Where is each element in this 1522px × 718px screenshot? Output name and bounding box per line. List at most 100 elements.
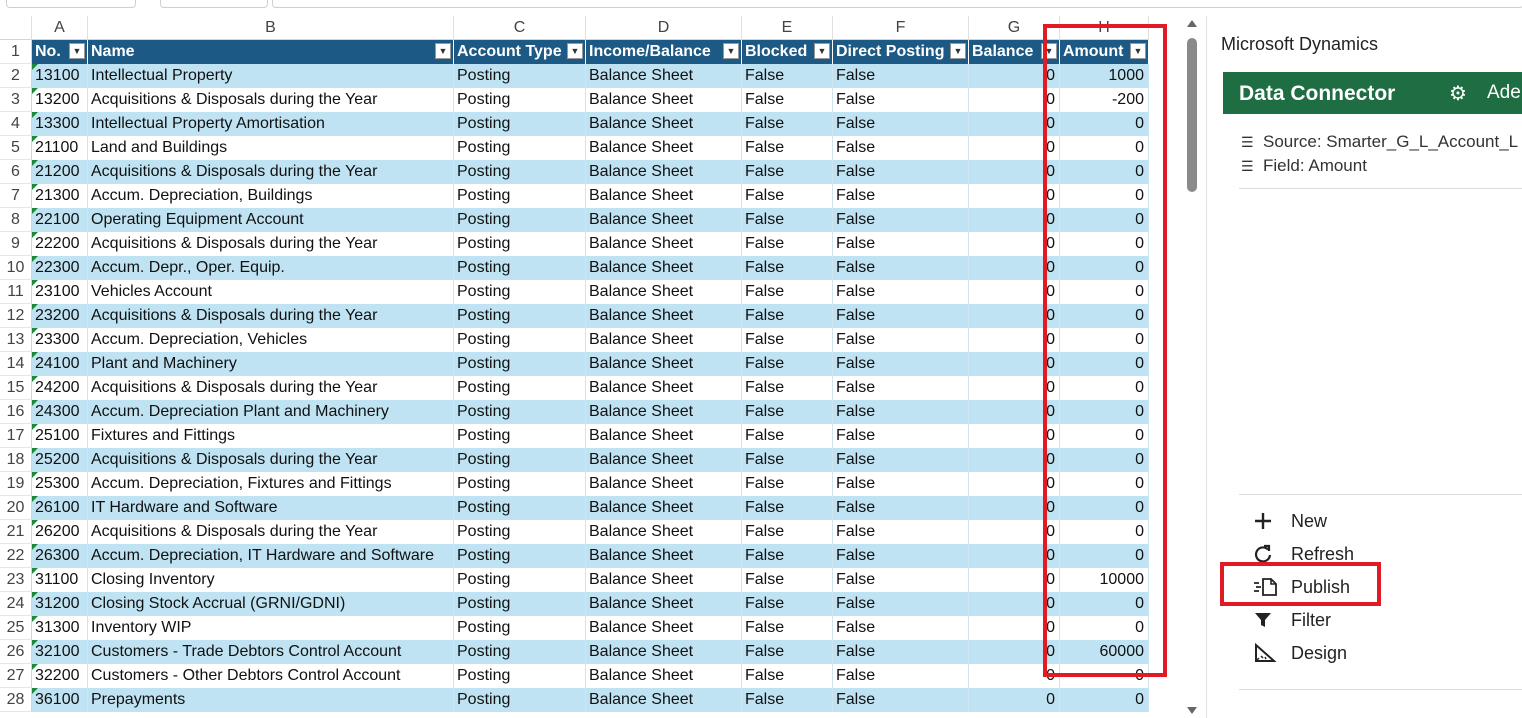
table-cell-direct[interactable]: False (833, 280, 969, 304)
table-cell-blocked[interactable]: False (742, 472, 833, 496)
table-cell-name[interactable]: Accum. Depreciation, Vehicles (88, 328, 454, 352)
table-cell-blocked[interactable]: False (742, 376, 833, 400)
table-cell-ib[interactable]: Balance Sheet (586, 544, 742, 568)
row-number[interactable]: 21 (0, 520, 32, 544)
table-cell-balance[interactable]: 0 (969, 448, 1060, 472)
table-cell-ib[interactable]: Balance Sheet (586, 472, 742, 496)
column-header-e[interactable]: E (742, 16, 833, 40)
table-cell-no[interactable]: 13200 (32, 88, 88, 112)
table-cell-no[interactable]: 25300 (32, 472, 88, 496)
table-cell-direct[interactable]: False (833, 448, 969, 472)
table-cell-ib[interactable]: Balance Sheet (586, 640, 742, 664)
table-cell-type[interactable]: Posting (454, 568, 586, 592)
table-cell-balance[interactable]: 0 (969, 160, 1060, 184)
table-cell-name[interactable]: Closing Inventory (88, 568, 454, 592)
table-cell-no[interactable]: 21300 (32, 184, 88, 208)
row-number[interactable]: 26 (0, 640, 32, 664)
table-cell-blocked[interactable]: False (742, 688, 833, 712)
table-cell-type[interactable]: Posting (454, 256, 586, 280)
table-cell-balance[interactable]: 0 (969, 520, 1060, 544)
table-cell-name[interactable]: Intellectual Property Amortisation (88, 112, 454, 136)
table-header-direct-posting[interactable]: Direct Posting ▼ (833, 40, 969, 64)
table-cell-direct[interactable]: False (833, 424, 969, 448)
table-cell-no[interactable]: 26300 (32, 544, 88, 568)
table-cell-ib[interactable]: Balance Sheet (586, 376, 742, 400)
table-cell-blocked[interactable]: False (742, 664, 833, 688)
table-cell-amount[interactable]: 0 (1060, 688, 1149, 712)
table-header-income-balance[interactable]: Income/Balance ▼ (586, 40, 742, 64)
table-cell-name[interactable]: Acquisitions & Disposals during the Year (88, 160, 454, 184)
table-cell-balance[interactable]: 0 (969, 616, 1060, 640)
table-cell-amount[interactable]: 0 (1060, 616, 1149, 640)
table-cell-name[interactable]: IT Hardware and Software (88, 496, 454, 520)
table-cell-ib[interactable]: Balance Sheet (586, 496, 742, 520)
table-cell-blocked[interactable]: False (742, 184, 833, 208)
table-cell-no[interactable]: 24100 (32, 352, 88, 376)
table-cell-balance[interactable]: 0 (969, 424, 1060, 448)
table-cell-direct[interactable]: False (833, 160, 969, 184)
filter-button[interactable]: Filter (1253, 605, 1331, 635)
table-cell-amount[interactable]: 0 (1060, 328, 1149, 352)
table-cell-name[interactable]: Acquisitions & Disposals during the Year (88, 520, 454, 544)
table-cell-direct[interactable]: False (833, 232, 969, 256)
row-number[interactable]: 10 (0, 256, 32, 280)
table-cell-blocked[interactable]: False (742, 640, 833, 664)
row-number[interactable]: 27 (0, 664, 32, 688)
name-box[interactable] (6, 0, 136, 8)
row-number[interactable]: 15 (0, 376, 32, 400)
row-number[interactable]: 8 (0, 208, 32, 232)
filter-dropdown-icon[interactable]: ▼ (1041, 43, 1057, 59)
table-cell-ib[interactable]: Balance Sheet (586, 64, 742, 88)
table-cell-name[interactable]: Prepayments (88, 688, 454, 712)
filter-dropdown-icon[interactable]: ▼ (69, 43, 85, 59)
table-cell-name[interactable]: Fixtures and Fittings (88, 424, 454, 448)
gear-icon[interactable]: ⚙ (1449, 81, 1467, 106)
table-cell-name[interactable]: Customers - Other Debtors Control Accoun… (88, 664, 454, 688)
table-cell-balance[interactable]: 0 (969, 688, 1060, 712)
table-cell-ib[interactable]: Balance Sheet (586, 280, 742, 304)
table-cell-name[interactable]: Accum. Depreciation, Fixtures and Fittin… (88, 472, 454, 496)
table-cell-direct[interactable]: False (833, 184, 969, 208)
table-cell-blocked[interactable]: False (742, 280, 833, 304)
table-cell-blocked[interactable]: False (742, 352, 833, 376)
table-cell-direct[interactable]: False (833, 352, 969, 376)
table-cell-type[interactable]: Posting (454, 64, 586, 88)
table-cell-type[interactable]: Posting (454, 424, 586, 448)
table-cell-blocked[interactable]: False (742, 256, 833, 280)
table-cell-blocked[interactable]: False (742, 568, 833, 592)
table-cell-amount[interactable]: 0 (1060, 520, 1149, 544)
table-cell-blocked[interactable]: False (742, 448, 833, 472)
table-cell-no[interactable]: 36100 (32, 688, 88, 712)
table-cell-balance[interactable]: 0 (969, 280, 1060, 304)
table-cell-balance[interactable]: 0 (969, 256, 1060, 280)
table-cell-blocked[interactable]: False (742, 616, 833, 640)
table-cell-name[interactable]: Acquisitions & Disposals during the Year (88, 376, 454, 400)
table-cell-direct[interactable]: False (833, 640, 969, 664)
table-cell-amount[interactable]: 0 (1060, 472, 1149, 496)
table-cell-type[interactable]: Posting (454, 688, 586, 712)
row-number[interactable]: 18 (0, 448, 32, 472)
row-number[interactable]: 3 (0, 88, 32, 112)
table-cell-blocked[interactable]: False (742, 232, 833, 256)
table-cell-name[interactable]: Intellectual Property (88, 64, 454, 88)
row-number[interactable]: 9 (0, 232, 32, 256)
table-cell-direct[interactable]: False (833, 544, 969, 568)
row-number[interactable]: 11 (0, 280, 32, 304)
table-cell-no[interactable]: 25100 (32, 424, 88, 448)
table-cell-amount[interactable]: 0 (1060, 208, 1149, 232)
table-cell-amount[interactable]: 60000 (1060, 640, 1149, 664)
table-cell-balance[interactable]: 0 (969, 544, 1060, 568)
table-cell-no[interactable]: 31100 (32, 568, 88, 592)
table-cell-direct[interactable]: False (833, 520, 969, 544)
table-header-amount[interactable]: Amount ▼ (1060, 40, 1149, 64)
new-button[interactable]: New (1253, 506, 1327, 536)
table-cell-direct[interactable]: False (833, 136, 969, 160)
table-cell-no[interactable]: 24200 (32, 376, 88, 400)
table-cell-name[interactable]: Accum. Depr., Oper. Equip. (88, 256, 454, 280)
table-cell-type[interactable]: Posting (454, 400, 586, 424)
table-cell-balance[interactable]: 0 (969, 640, 1060, 664)
table-cell-ib[interactable]: Balance Sheet (586, 352, 742, 376)
table-cell-type[interactable]: Posting (454, 328, 586, 352)
table-cell-type[interactable]: Posting (454, 664, 586, 688)
table-cell-type[interactable]: Posting (454, 160, 586, 184)
